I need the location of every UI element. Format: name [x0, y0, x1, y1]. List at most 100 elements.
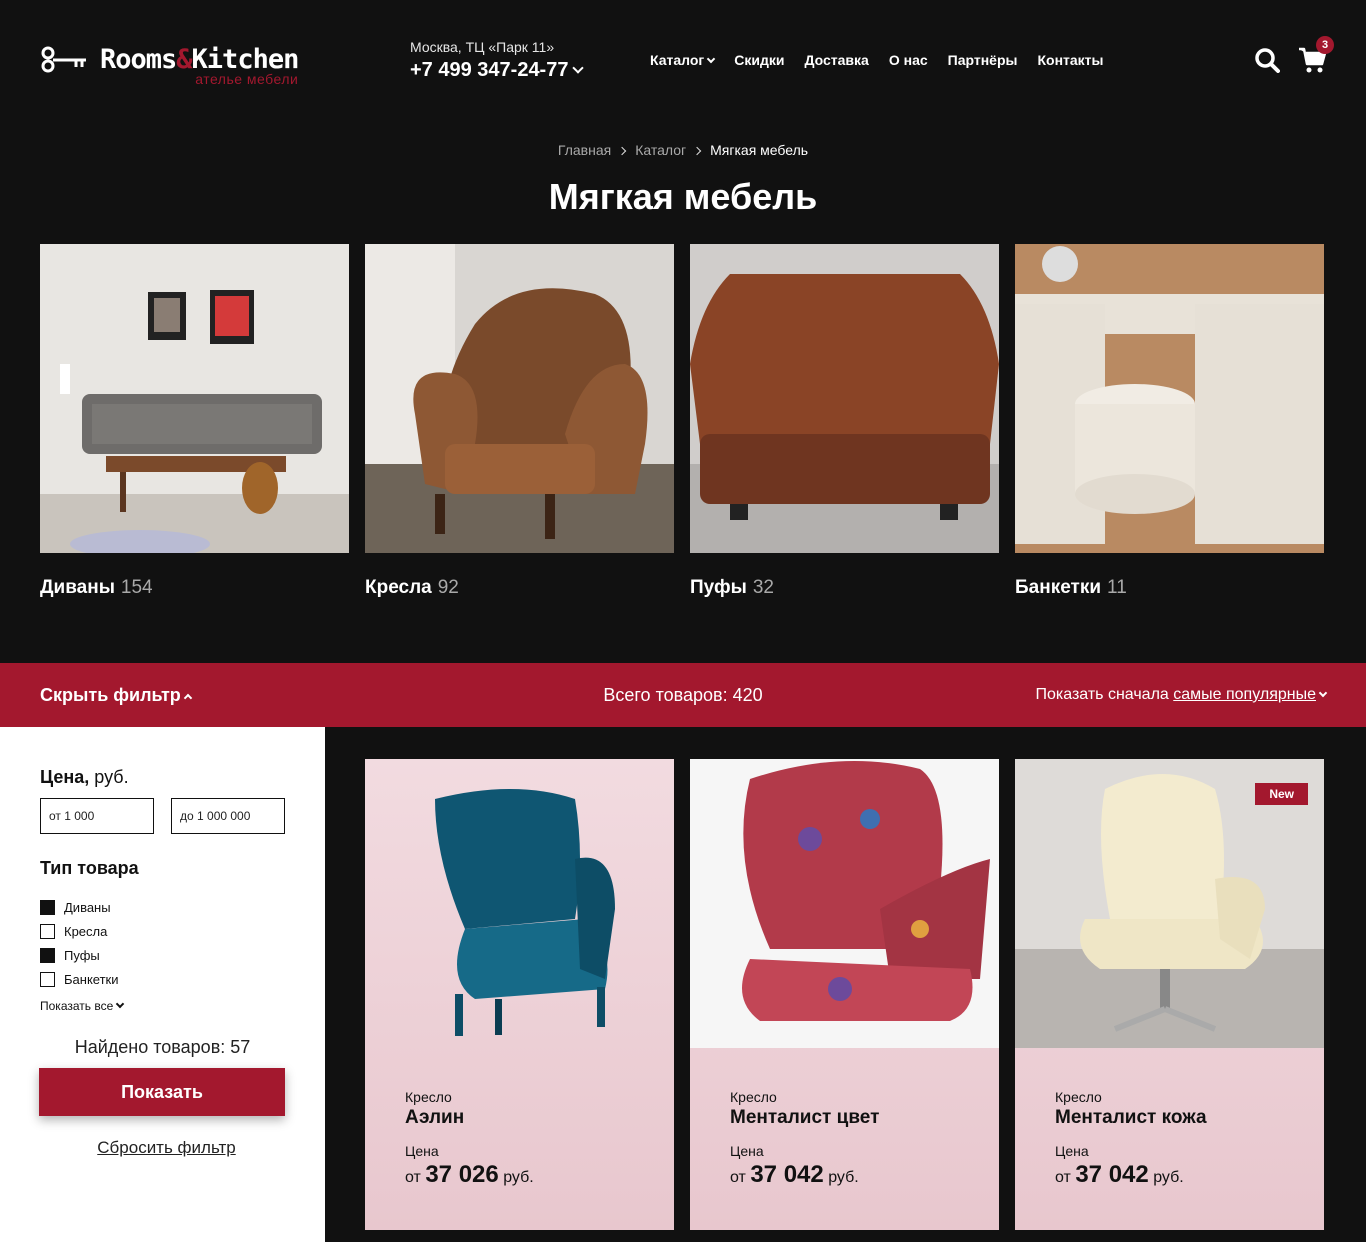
nav-about[interactable]: О нас — [889, 52, 928, 68]
new-badge: New — [1255, 783, 1308, 805]
category-count: 154 — [120, 577, 153, 598]
category-image-armchairs — [365, 244, 674, 553]
nav-catalog[interactable]: Каталог — [650, 52, 716, 68]
price-from: от — [1055, 1169, 1071, 1186]
product-card[interactable]: Кресло Менталист цвет Цена от 37 042 руб… — [690, 759, 999, 1230]
product-card[interactable]: New Кресло Менталист кожа Цена от 37 042… — [1015, 759, 1324, 1230]
checkbox-label: Пуфы — [64, 947, 100, 963]
sort-dropdown[interactable]: самые популярные — [1173, 686, 1316, 703]
show-results-button[interactable]: Показать — [39, 1068, 285, 1116]
category-name: Банкетки — [1015, 577, 1102, 598]
checkbox-label: Банкетки — [64, 971, 119, 987]
sort-control: Показать сначала самые популярные — [1035, 686, 1328, 704]
price-value: 37 042 — [750, 1161, 824, 1188]
filter-bar: Скрыть фильтр Всего товаров: 420 Показат… — [0, 663, 1366, 727]
price-to-input[interactable] — [171, 798, 285, 834]
breadcrumb: Главная Каталог Мягкая мебель — [0, 142, 1366, 158]
hide-filter-label: Скрыть фильтр — [40, 684, 181, 705]
product-name: Аэлин — [405, 1107, 465, 1128]
chevron-up-icon — [183, 693, 193, 702]
chevron-right-icon — [617, 146, 627, 156]
checkbox[interactable] — [40, 947, 55, 963]
product-card[interactable]: Кресло Аэлин Цена от 37 026 руб. — [365, 759, 674, 1230]
logo-ampersand: & — [176, 44, 192, 75]
chevron-down-icon — [707, 54, 716, 64]
price-currency: руб. — [503, 1169, 534, 1186]
reset-filter-link[interactable]: Сбросить фильтр — [48, 1138, 285, 1158]
phone-dropdown[interactable]: +7 499 347-24-77 — [410, 57, 620, 83]
category-count: 11 — [1107, 577, 1127, 598]
price-from: от — [730, 1169, 746, 1186]
product-kind: Кресло — [1055, 1089, 1102, 1105]
show-all-label: Показать все — [40, 999, 114, 1013]
nav-partners[interactable]: Партнёры — [948, 52, 1018, 68]
sort-prefix: Показать сначала — [1035, 686, 1169, 703]
product-name: Менталист цвет — [730, 1107, 880, 1128]
type-checkbox-poufs[interactable]: Пуфы — [40, 943, 285, 967]
type-checkbox-armchairs[interactable]: Кресла — [40, 919, 285, 943]
price-caption: Цена — [405, 1143, 439, 1159]
checkbox-label: Диваны — [64, 899, 111, 915]
category-name: Пуфы — [690, 577, 747, 598]
price-caption: Цена — [730, 1143, 764, 1159]
product-kind: Кресло — [730, 1089, 777, 1105]
type-checkbox-benches[interactable]: Банкетки — [40, 967, 285, 991]
cart-count-badge: 3 — [1316, 36, 1334, 54]
contact-block: Москва, ТЦ «Парк 11» +7 499 347-24-77 — [410, 37, 620, 83]
nav-catalog-label: Каталог — [650, 52, 705, 68]
checkbox[interactable] — [40, 971, 55, 987]
hide-filter-toggle[interactable]: Скрыть фильтр — [40, 685, 340, 706]
nav-delivery[interactable]: Доставка — [804, 52, 868, 68]
breadcrumb-home[interactable]: Главная — [558, 142, 611, 158]
breadcrumb-current: Мягкая мебель — [710, 142, 809, 158]
product-kind: Кресло — [405, 1089, 452, 1105]
chevron-down-icon — [572, 62, 585, 74]
price-currency: руб. — [1153, 1169, 1184, 1186]
chevron-down-icon — [1318, 688, 1328, 698]
price-value: 37 042 — [1075, 1161, 1149, 1188]
chevron-down-icon — [116, 999, 125, 1009]
nav-contacts[interactable]: Контакты — [1037, 52, 1103, 68]
type-checkbox-sofas[interactable]: Диваны — [40, 895, 285, 919]
chevron-right-icon — [692, 146, 702, 156]
category-card[interactable]: Пуфы 32 — [690, 244, 999, 599]
category-image-sofas — [40, 244, 349, 553]
checkbox[interactable] — [40, 899, 55, 915]
category-name: Кресла — [365, 577, 432, 598]
search-icon[interactable] — [1254, 47, 1280, 73]
breadcrumb-catalog[interactable]: Каталог — [635, 142, 686, 158]
logo-text-rooms: Rooms — [100, 44, 177, 75]
category-name: Диваны — [40, 577, 115, 598]
price-from: от — [405, 1169, 421, 1186]
type-checklist: Диваны Кресла Пуфы Банкетки — [40, 895, 285, 991]
category-card[interactable]: Диваны 154 — [40, 244, 349, 599]
product-image — [435, 789, 615, 1036]
product-price: от 37 042 руб. — [1055, 1161, 1207, 1189]
logo[interactable]: Rooms&Kitchen ателье мебели — [40, 35, 370, 87]
category-card[interactable]: Банкетки 11 — [1015, 244, 1324, 599]
price-label: Цена, — [40, 767, 90, 787]
page-title: Мягкая мебель — [548, 176, 818, 217]
site-header: Rooms&Kitchen ателье мебели Москва, ТЦ «… — [0, 0, 1366, 120]
phone-number: +7 499 347-24-77 — [410, 59, 569, 81]
product-grid: Кресло Аэлин Цена от 37 026 руб. Кресло … — [365, 759, 1324, 1230]
logo-subtitle: ателье мебели — [195, 71, 299, 87]
category-count: 92 — [437, 577, 459, 598]
header-actions: 3 — [1254, 36, 1334, 74]
price-unit: руб. — [94, 767, 129, 787]
checkbox[interactable] — [40, 923, 55, 939]
found-count: Найдено товаров: 57 — [74, 1037, 251, 1057]
price-from-input[interactable] — [40, 798, 154, 834]
key-logo-icon — [41, 46, 86, 73]
cart-button[interactable]: 3 — [1298, 36, 1334, 74]
category-grid: Диваны 154 Кресла 92 Пуфы 32 Банкетки 11 — [40, 244, 1324, 599]
category-card[interactable]: Кресла 92 — [365, 244, 674, 599]
filter-sidebar: Цена, руб. Тип товара Диваны Кресла Пуфы… — [0, 727, 325, 1242]
main-nav: Каталог Скидки Доставка О нас Партнёры К… — [650, 52, 1123, 68]
product-price: от 37 042 руб. — [730, 1161, 879, 1189]
category-image-benches — [1015, 244, 1324, 553]
show-all-link[interactable]: Показать все — [40, 999, 285, 1013]
price-currency: руб. — [828, 1169, 859, 1186]
type-heading: Тип товара — [40, 858, 139, 878]
nav-discounts[interactable]: Скидки — [734, 52, 784, 68]
